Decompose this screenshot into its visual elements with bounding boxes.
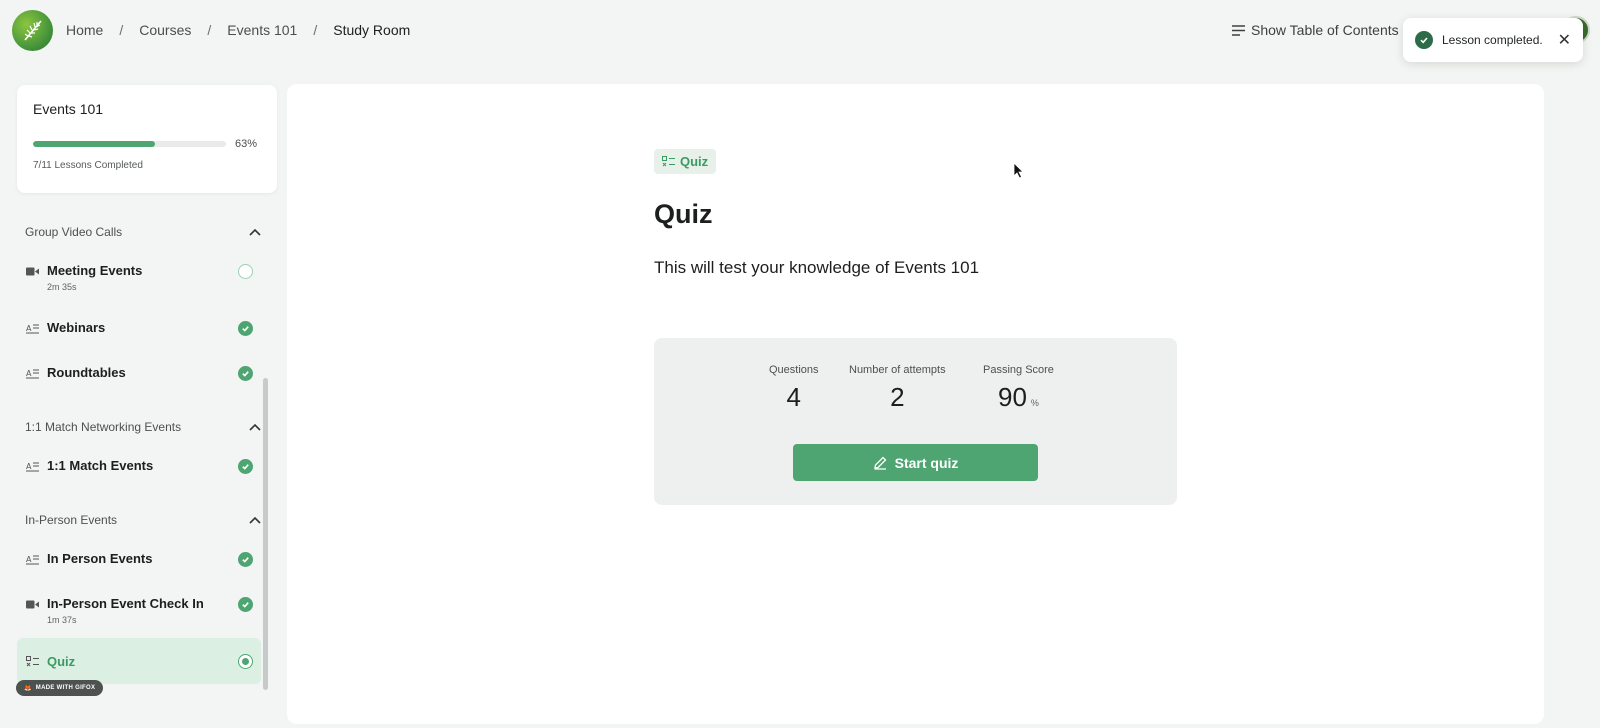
video-icon [25, 597, 39, 611]
progress-percent: 63% [235, 138, 258, 150]
svg-text:A: A [26, 324, 32, 333]
lesson-name: Meeting Events [47, 263, 143, 278]
article-icon: A [25, 321, 39, 335]
svg-text:A: A [26, 555, 32, 564]
quiz-summary-card: Questions 4 Number of attempts 2 Passing… [654, 338, 1177, 505]
breadcrumb: Home / Courses / Events 101 / Study Room [66, 22, 410, 38]
article-icon: A [25, 552, 39, 566]
svg-text:A: A [26, 462, 32, 471]
main-content: Quiz Quiz This will test your knowledge … [287, 84, 1544, 724]
lesson-name: Webinars [47, 320, 106, 335]
check-circle-icon [238, 459, 253, 474]
lesson-name: Roundtables [47, 365, 126, 380]
breadcrumb-current: Study Room [333, 22, 411, 38]
gifox-watermark: 🦊 MADE WITH GIFOX [16, 680, 104, 696]
course-progress-card: Events 101 63% 7/11 Lessons Completed [17, 85, 277, 193]
lesson-item-roundtables[interactable]: A Roundtables [17, 365, 270, 381]
breadcrumb-separator: / [207, 22, 212, 38]
check-circle-icon [238, 366, 253, 381]
breadcrumb-home[interactable]: Home [66, 22, 103, 38]
quiz-icon [25, 654, 39, 668]
section-header-in-person[interactable]: In-Person Events [25, 513, 261, 527]
stat-value: 4 [786, 382, 801, 412]
start-quiz-label: Start quiz [894, 454, 959, 471]
watermark-text: MADE WITH GIFOX [35, 685, 96, 691]
check-circle-icon [238, 321, 253, 336]
toast-notification: Lesson completed. ✕ [1403, 18, 1583, 62]
section-header-match-networking[interactable]: 1:1 Match Networking Events [25, 420, 261, 434]
check-circle-icon [1415, 31, 1433, 49]
lesson-item-in-person-events[interactable]: A In Person Events [17, 551, 270, 567]
stat-attempts: Number of attempts 2 [849, 364, 946, 413]
chevron-up-icon[interactable] [249, 516, 261, 524]
course-title: Events 101 [33, 101, 104, 117]
toast-message: Lesson completed. [1442, 33, 1543, 47]
app-logo[interactable] [12, 10, 53, 51]
start-quiz-button[interactable]: Start quiz [793, 444, 1038, 481]
lesson-name: In-Person Event Check In [47, 596, 204, 611]
stat-unit: % [1030, 398, 1039, 408]
section-title: In-Person Events [25, 513, 118, 527]
progress-bar-fill [33, 141, 155, 147]
breadcrumb-course[interactable]: Events 101 [227, 22, 297, 38]
section-title: 1:1 Match Networking Events [25, 420, 182, 434]
fern-icon [23, 19, 42, 41]
content-type-badge: Quiz [654, 149, 717, 174]
section-header-group-video-calls[interactable]: Group Video Calls [25, 225, 261, 239]
top-bar: Home / Courses / Events 101 / Study Room… [0, 0, 1600, 62]
section-title: Group Video Calls [25, 225, 123, 239]
pencil-icon [873, 456, 887, 470]
stat-passing-score: Passing Score 90% [983, 364, 1054, 413]
fox-icon: 🦊 [24, 685, 32, 692]
progress-bar [33, 141, 226, 147]
check-circle-icon [238, 597, 253, 612]
badge-label: Quiz [680, 154, 709, 169]
stat-label: Number of attempts [849, 364, 946, 376]
mouse-cursor-icon [1013, 162, 1024, 179]
check-circle-icon [238, 552, 253, 567]
quiz-icon [662, 156, 675, 167]
show-toc-button[interactable]: Show Table of Contents [1232, 22, 1399, 38]
article-icon: A [25, 366, 39, 380]
current-status-icon [238, 654, 253, 669]
breadcrumb-separator: / [313, 22, 318, 38]
lesson-duration: 2m 35s [47, 282, 77, 292]
stat-label: Questions [769, 364, 819, 376]
breadcrumb-courses[interactable]: Courses [139, 22, 191, 38]
lesson-item-quiz[interactable]: Quiz [17, 638, 261, 684]
article-icon: A [25, 459, 39, 473]
page-title: Quiz [654, 199, 713, 229]
stat-label: Passing Score [983, 364, 1054, 376]
lesson-name: Quiz [47, 653, 76, 669]
lesson-name: 1:1 Match Events [47, 458, 154, 473]
stat-value: 90 [998, 382, 1027, 412]
lesson-item-match-events[interactable]: A 1:1 Match Events [17, 458, 270, 474]
lesson-item-webinars[interactable]: A Webinars [17, 320, 270, 336]
incomplete-status-icon [238, 264, 253, 279]
lesson-name: In Person Events [47, 551, 153, 566]
toc-label: Show Table of Contents [1251, 22, 1399, 38]
lesson-item-check-in[interactable]: In-Person Event Check In 1m 37s [17, 596, 270, 625]
quiz-description: This will test your knowledge of Events … [654, 258, 980, 277]
list-icon [1232, 24, 1245, 36]
stat-questions: Questions 4 [769, 364, 819, 413]
chevron-up-icon[interactable] [249, 228, 261, 236]
video-icon [25, 264, 39, 278]
stat-value-row: 90% [983, 382, 1054, 413]
breadcrumb-separator: / [119, 22, 124, 38]
lessons-completed: 7/11 Lessons Completed [33, 160, 143, 171]
lesson-duration: 1m 37s [47, 615, 77, 625]
svg-text:A: A [26, 369, 32, 378]
lesson-item-meeting-events[interactable]: Meeting Events 2m 35s [17, 263, 270, 292]
chevron-up-icon[interactable] [249, 423, 261, 431]
stat-value: 2 [890, 382, 905, 412]
sidebar-scrollbar[interactable] [263, 378, 268, 690]
close-icon[interactable]: ✕ [1558, 30, 1571, 50]
